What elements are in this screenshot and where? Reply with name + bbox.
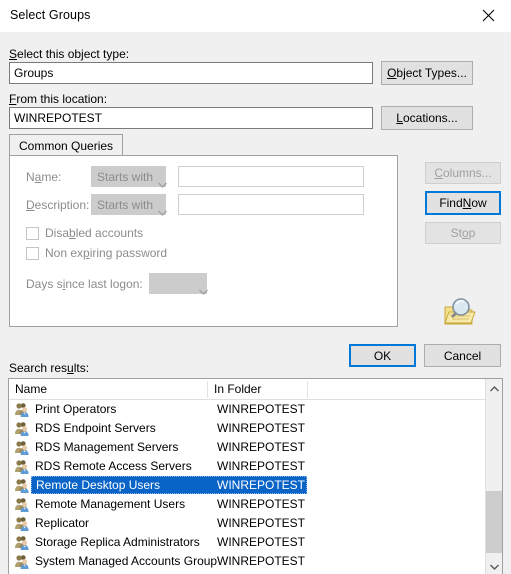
disabled-accounts-checkbox[interactable]: Disabled accounts <box>26 226 143 240</box>
table-row[interactable]: Storage Replica Administrators WINREPOTES… <box>9 533 502 552</box>
location-label: From this location: <box>9 92 108 106</box>
tab-strip: Common Queries <box>9 134 398 156</box>
group-users-icon <box>14 402 30 417</box>
scroll-down-button[interactable] <box>486 557 502 574</box>
group-users-icon <box>14 516 30 531</box>
row-folder-cell: WINREPOTEST <box>217 421 306 435</box>
locations-button[interactable]: Locations... <box>381 106 473 130</box>
row-name-cell: Print Operators <box>35 402 117 416</box>
row-name-cell: RDS Endpoint Servers <box>35 421 156 435</box>
table-row[interactable]: System Managed Accounts Group WINREPOTEST <box>9 552 502 571</box>
ok-button[interactable]: OK <box>349 344 416 367</box>
row-name-cell: Remote Management Users <box>35 497 186 511</box>
group-users-icon <box>14 554 30 569</box>
common-queries-panel: Name: Starts with Description: Starts wi… <box>9 155 398 327</box>
disabled-accounts-label: Disabled accounts <box>45 226 144 240</box>
row-folder-cell: WINREPOTEST <box>217 459 306 473</box>
row-name-cell: System Managed Accounts Group <box>35 554 218 568</box>
location-input[interactable]: WINREPOTEST <box>9 107 373 129</box>
scroll-up-button[interactable] <box>486 379 502 396</box>
table-row[interactable]: RDS Remote Access Servers WINREPOTEST <box>9 457 502 476</box>
row-name-cell: Replicator <box>35 516 90 530</box>
column-header-in-folder[interactable]: In Folder <box>208 379 307 399</box>
checkbox-box-icon <box>26 226 39 240</box>
search-folder-icon <box>441 296 477 328</box>
list-rows: Print Operators WINREPOTEST RDS Endpoint S… <box>9 400 502 574</box>
name-operator-select[interactable]: Starts with <box>91 166 167 188</box>
window-title: Select Groups <box>10 8 91 22</box>
list-scrollbar[interactable] <box>485 379 502 574</box>
cancel-button[interactable]: Cancel <box>424 344 501 367</box>
group-users-icon <box>14 535 30 550</box>
name-label: Name: <box>26 170 62 184</box>
non-expiring-password-checkbox[interactable]: Non expiring password <box>26 246 167 260</box>
table-row[interactable]: Print Operators WINREPOTEST <box>9 400 502 419</box>
days-since-logon-select[interactable] <box>149 273 208 295</box>
object-type-label: Select this object type: <box>9 47 130 61</box>
close-button[interactable] <box>466 0 511 30</box>
chevron-up-icon <box>489 381 499 395</box>
table-row[interactable]: RDS Management Servers WINREPOTEST <box>9 438 502 457</box>
table-row[interactable]: Remote Management Users WINREPOTEST <box>9 495 502 514</box>
dialog-body: Select this object type: Groups Object T… <box>0 32 511 574</box>
description-label: Description: <box>26 198 90 212</box>
row-folder-cell: WINREPOTEST <box>217 535 306 549</box>
list-column-headers: Name In Folder <box>9 379 502 400</box>
object-types-button[interactable]: Object Types... <box>381 61 473 85</box>
row-folder-cell: WINREPOTEST <box>217 497 306 511</box>
search-results-label: Search results: <box>9 361 90 375</box>
table-row[interactable]: Remote Desktop Users WINREPOTEST <box>9 476 502 495</box>
object-type-input[interactable]: Groups <box>9 62 373 84</box>
column-header-name[interactable]: Name <box>9 379 207 399</box>
group-users-icon <box>14 440 30 455</box>
chevron-down-icon <box>489 559 499 573</box>
table-row[interactable]: Replicator WINREPOTEST <box>9 514 502 533</box>
checkbox-box-icon <box>26 246 39 260</box>
column-divider[interactable] <box>307 381 308 398</box>
row-name-cell: RDS Remote Access Servers <box>35 459 192 473</box>
name-value-input[interactable] <box>178 166 364 187</box>
group-users-icon <box>14 478 30 493</box>
row-name-cell: Storage Replica Administrators <box>35 535 200 549</box>
close-icon <box>482 9 495 22</box>
description-value-input[interactable] <box>178 194 364 215</box>
find-now-button[interactable]: Find Now <box>425 191 501 215</box>
row-folder-cell: WINREPOTEST <box>217 554 306 568</box>
group-users-icon <box>14 459 30 474</box>
row-name-cell: RDS Management Servers <box>35 440 179 454</box>
search-results-list[interactable]: Name In Folder Print Operators WINREPOTES… <box>8 378 503 574</box>
group-users-icon <box>14 421 30 436</box>
row-folder-cell: WINREPOTEST <box>217 402 306 416</box>
columns-button[interactable]: Columns... <box>425 162 501 184</box>
stop-button[interactable]: St o p <box>425 222 501 244</box>
group-users-icon <box>14 497 30 512</box>
table-row[interactable]: RDS Endpoint Servers WINREPOTEST <box>9 419 502 438</box>
description-operator-select[interactable]: Starts with <box>91 194 167 216</box>
tab-common-queries[interactable]: Common Queries <box>9 134 124 156</box>
title-bar: Select Groups <box>0 0 511 32</box>
row-folder-cell: WINREPOTEST <box>217 478 306 492</box>
non-expiring-password-label: Non expiring password <box>45 246 168 260</box>
row-name-cell: Remote Desktop Users <box>36 478 161 492</box>
scrollbar-thumb[interactable] <box>486 491 502 553</box>
days-since-logon-label: Days since last logon: <box>26 277 143 291</box>
row-folder-cell: WINREPOTEST <box>217 440 306 454</box>
row-folder-cell: WINREPOTEST <box>217 516 306 530</box>
